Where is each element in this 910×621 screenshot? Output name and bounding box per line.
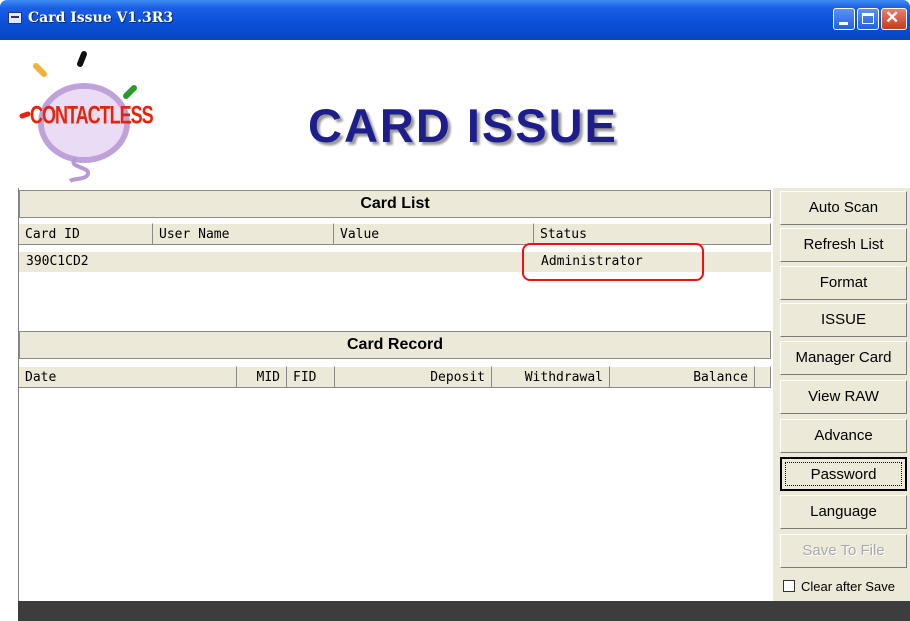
close-icon: ✕ — [885, 8, 900, 27]
col-value[interactable]: Value — [334, 223, 534, 245]
status-highlight-annotation — [522, 243, 704, 281]
col-extra — [755, 366, 771, 388]
card-record-title: Card Record — [19, 331, 771, 359]
col-user-name[interactable]: User Name — [153, 223, 334, 245]
save-to-file-button: Save To File — [780, 534, 907, 568]
close-button[interactable]: ✕ — [881, 8, 907, 30]
col-status[interactable]: Status — [534, 223, 771, 245]
minimize-button[interactable] — [833, 8, 855, 30]
col-card-id[interactable]: Card ID — [19, 223, 153, 245]
col-balance[interactable]: Balance — [610, 366, 755, 388]
auto-scan-button[interactable]: Auto Scan — [780, 191, 907, 225]
issue-button[interactable]: ISSUE — [780, 303, 907, 337]
refresh-list-button[interactable]: Refresh List — [780, 228, 907, 262]
password-button[interactable]: Password — [780, 457, 907, 491]
clear-after-save-label: Clear after Save — [801, 579, 895, 594]
status-bar — [18, 601, 910, 621]
col-mid[interactable]: MID — [237, 366, 287, 388]
col-deposit[interactable]: Deposit — [335, 366, 492, 388]
window-title: Card Issue V1.3R3 — [28, 10, 174, 26]
app-title: CARD ISSUE — [308, 99, 618, 152]
card-list-header: Card ID User Name Value Status — [19, 223, 771, 245]
manager-card-button[interactable]: Manager Card — [780, 341, 907, 375]
card-list-title: Card List — [19, 190, 771, 218]
minimize-icon — [839, 22, 848, 25]
view-raw-button[interactable]: View RAW — [780, 380, 907, 414]
logo-text: CONTACTLESS — [30, 101, 154, 129]
clear-after-save-checkbox[interactable] — [783, 580, 795, 592]
language-button[interactable]: Language — [780, 495, 907, 529]
title-bar: Card Issue V1.3R3 ✕ — [0, 0, 910, 40]
maximize-button[interactable] — [857, 8, 879, 30]
format-button[interactable]: Format — [780, 266, 907, 300]
col-fid[interactable]: FID — [287, 366, 335, 388]
password-button-label: Password — [785, 462, 902, 486]
app-icon[interactable] — [8, 12, 22, 24]
card-record-body[interactable] — [19, 390, 771, 600]
card-id-cell: 390C1CD2 — [26, 254, 89, 269]
card-record-header: Date MID FID Deposit Withdrawal Balance — [19, 366, 771, 388]
advance-button[interactable]: Advance — [780, 419, 907, 453]
col-date[interactable]: Date — [19, 366, 237, 388]
maximize-icon — [862, 13, 874, 24]
col-withdrawal[interactable]: Withdrawal — [492, 366, 610, 388]
